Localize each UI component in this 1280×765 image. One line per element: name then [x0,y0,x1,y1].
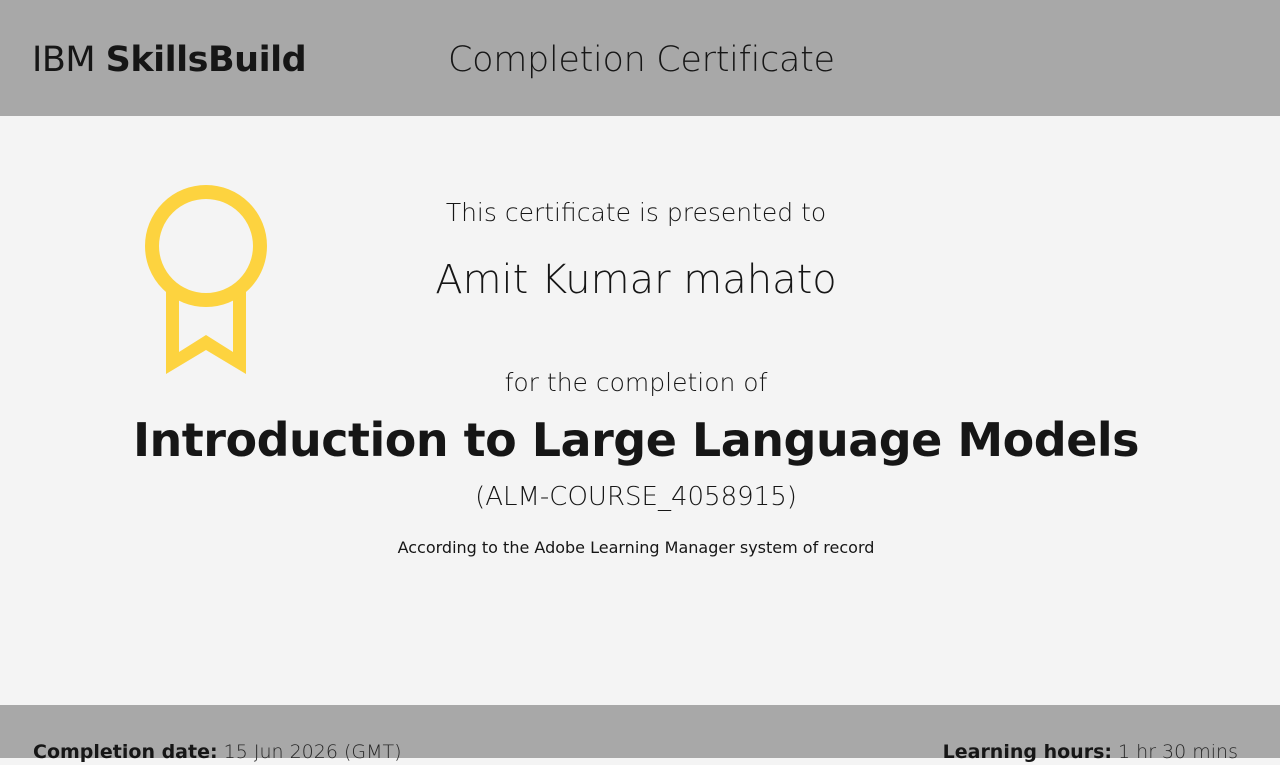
completion-date: Completion date: 15 Jun 2026 (GMT) [33,739,402,765]
certificate-footer: Completion date: 15 Jun 2026 (GMT) Learn… [0,705,1280,763]
presented-to-text: This certificate is presented to [445,198,827,227]
brand-logo: IBM SkillsBuild [32,38,307,82]
course-code: (ALM-COURSE_4058915) [475,482,797,512]
completion-date-label: Completion date: [33,741,218,763]
learning-hours: Learning hours: 1 hr 30 mins [943,739,1238,765]
brand-name: SkillsBuild [105,40,307,80]
completion-text: for the completion of [504,368,768,397]
record-note: According to the Adobe Learning Manager … [397,538,875,557]
learning-hours-label: Learning hours: [942,741,1112,763]
brand-prefix: IBM [32,40,96,80]
learning-hours-value: 1 hr 30 mins [1118,741,1238,763]
header-title: Completion Certificate [448,40,835,80]
course-title: Introduction to Large Language Models [132,413,1140,467]
completion-date-value: 15 Jun 2026 (GMT) [223,741,402,763]
recipient-name: Amit Kumar mahato [435,257,837,303]
certificate-header: IBM SkillsBuild Completion Certificate [0,0,1280,116]
